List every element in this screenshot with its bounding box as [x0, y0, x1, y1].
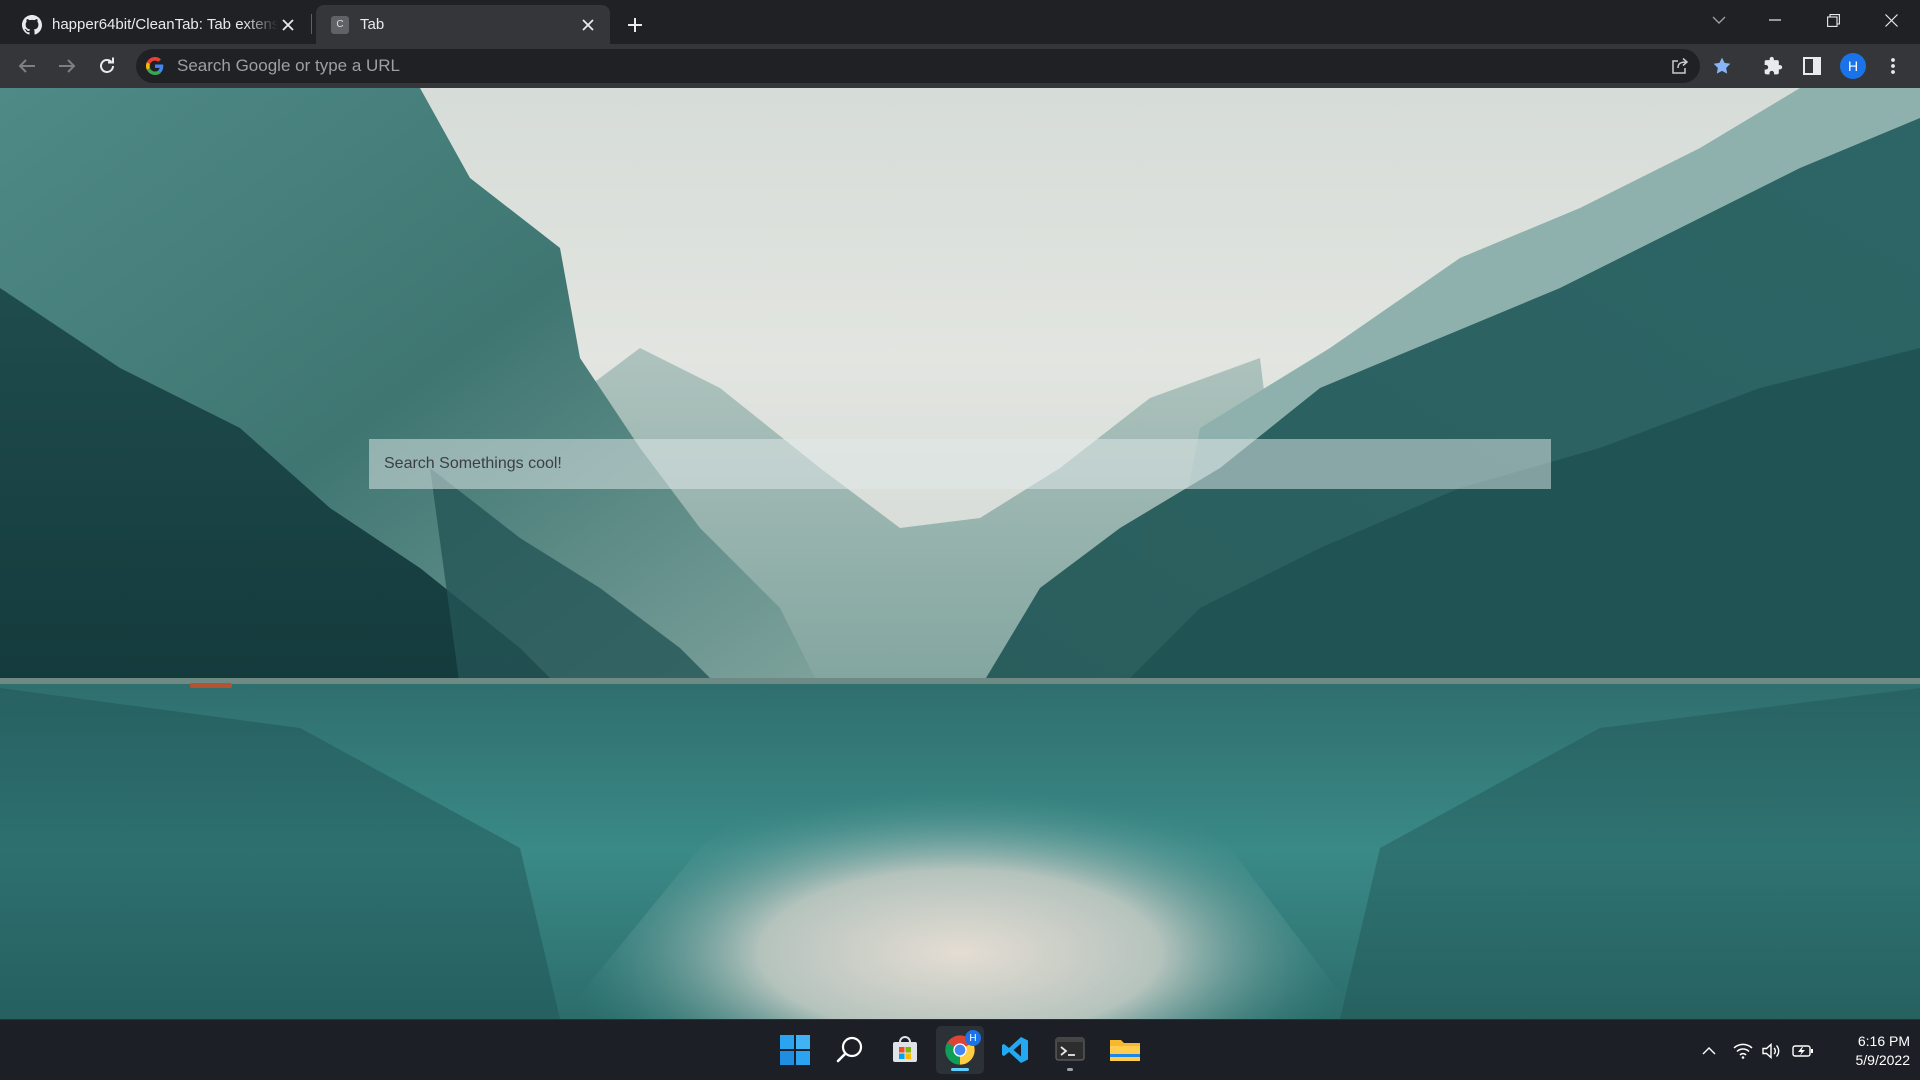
chevron-up-icon: [1702, 1047, 1716, 1055]
tab-separator: [311, 14, 312, 34]
restore-button[interactable]: [1804, 0, 1862, 40]
profile-badge: H: [965, 1030, 981, 1046]
wifi-button[interactable]: [1730, 1038, 1756, 1064]
terminal-taskbar-button[interactable]: [1046, 1026, 1094, 1074]
tab-strip: happer64bit/CleanTab: Tab extension C Ta…: [0, 0, 1920, 44]
more-vert-icon: [1891, 58, 1895, 74]
star-icon: [1713, 57, 1731, 74]
menu-button[interactable]: [1877, 50, 1909, 82]
new-tab-page: [0, 88, 1920, 1019]
close-icon: [1884, 13, 1898, 27]
profile-button[interactable]: H: [1837, 50, 1869, 82]
search-icon: [836, 1036, 863, 1063]
battery-charging-icon: [1792, 1045, 1813, 1057]
clock[interactable]: 6:16 PM 5/9/2022: [1822, 1032, 1911, 1070]
close-tab-icon[interactable]: [278, 15, 298, 35]
wifi-icon: [1733, 1043, 1753, 1059]
taskbar-search-button[interactable]: [826, 1026, 874, 1074]
minimize-icon: [1769, 19, 1781, 21]
clock-date: 5/9/2022: [1855, 1052, 1911, 1068]
back-button[interactable]: [11, 50, 43, 82]
forward-button[interactable]: [51, 50, 83, 82]
tab-search-button[interactable]: [1690, 0, 1748, 40]
start-button[interactable]: [771, 1026, 819, 1074]
running-indicator: [1067, 1068, 1073, 1071]
extensions-button[interactable]: [1757, 50, 1789, 82]
chevron-down-icon: [1712, 16, 1726, 24]
battery-button[interactable]: [1790, 1038, 1816, 1064]
tab-title: happer64bit/CleanTab: Tab extension: [52, 16, 278, 33]
share-button[interactable]: [1666, 52, 1694, 80]
file-explorer-icon: [1110, 1040, 1140, 1061]
restore-icon: [1826, 13, 1840, 27]
close-window-button[interactable]: [1862, 0, 1920, 40]
start-icon: [780, 1035, 810, 1065]
mountain-lake-background: [0, 88, 1920, 1019]
side-panel-icon: [1803, 57, 1821, 75]
search-input[interactable]: [369, 439, 1551, 489]
tab-github[interactable]: happer64bit/CleanTab: Tab extension: [8, 5, 310, 44]
vscode-icon: [1002, 1037, 1028, 1063]
tab-cleantab[interactable]: C Tab: [316, 5, 610, 44]
bookmark-button[interactable]: [1706, 50, 1738, 82]
browser-toolbar: H: [0, 44, 1920, 88]
avatar: H: [1840, 53, 1866, 79]
side-panel-button[interactable]: [1796, 50, 1828, 82]
address-bar-input[interactable]: [177, 49, 1577, 83]
taskbar: H 6:16 PM 5/9/2022: [0, 1019, 1920, 1080]
puzzle-icon: [1764, 56, 1783, 75]
arrow-right-icon: [59, 59, 76, 73]
file-explorer-taskbar-button[interactable]: [1101, 1026, 1149, 1074]
reload-button[interactable]: [91, 50, 123, 82]
new-tab-button[interactable]: [618, 8, 652, 42]
clock-time: 6:16 PM: [1857, 1033, 1910, 1049]
github-icon: [22, 14, 42, 35]
reload-icon: [100, 57, 114, 73]
vscode-taskbar-button[interactable]: [991, 1026, 1039, 1074]
share-icon: [1672, 57, 1689, 74]
terminal-icon: [1055, 1037, 1085, 1061]
plus-icon: [628, 18, 642, 32]
show-hidden-icons-button[interactable]: [1696, 1038, 1722, 1064]
active-indicator: [951, 1068, 969, 1071]
close-tab-icon[interactable]: [578, 15, 598, 35]
volume-button[interactable]: [1759, 1038, 1785, 1064]
tab-favicon: C: [330, 15, 350, 35]
microsoft-store-button[interactable]: [881, 1026, 929, 1074]
arrow-left-icon: [18, 59, 35, 73]
minimize-button[interactable]: [1746, 0, 1804, 40]
google-icon: [146, 57, 164, 75]
chrome-taskbar-button[interactable]: H: [936, 1026, 984, 1074]
volume-icon: [1762, 1043, 1780, 1059]
microsoft-store-icon: [893, 1036, 917, 1062]
omnibox: [136, 49, 1700, 83]
tab-title: Tab: [360, 16, 385, 33]
